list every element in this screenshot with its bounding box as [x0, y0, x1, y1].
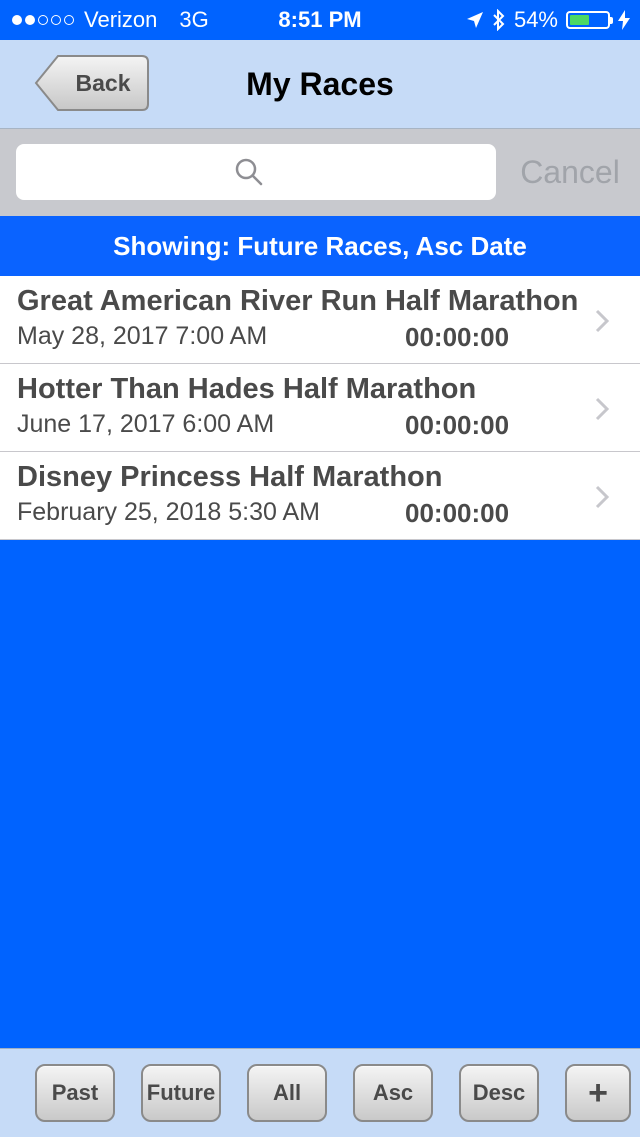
battery-icon	[566, 11, 613, 29]
status-bar: Verizon 3G 8:51 PM 54%	[0, 0, 640, 40]
location-arrow-icon	[466, 12, 483, 28]
chevron-right-icon	[595, 309, 610, 333]
chevron-right-icon	[595, 485, 610, 509]
past-filter-button[interactable]: Past	[35, 1064, 115, 1122]
back-button-label: Back	[75, 70, 131, 96]
back-button[interactable]: Back	[34, 54, 150, 112]
search-bar: Cancel	[0, 129, 640, 216]
race-list: Great American River Run Half Marathon M…	[0, 276, 640, 540]
race-time: 00:00:00	[405, 410, 510, 440]
race-name: Great American River Run Half Marathon	[17, 285, 579, 317]
search-icon	[235, 158, 263, 186]
chevron-right-icon	[595, 397, 610, 421]
race-date: May 28, 2017 7:00 AM	[17, 322, 268, 350]
table-row[interactable]: Disney Princess Half Marathon February 2…	[0, 452, 640, 540]
race-date: June 17, 2017 6:00 AM	[17, 410, 275, 438]
cancel-button[interactable]: Cancel	[506, 144, 634, 200]
battery-percentage: 54%	[513, 7, 558, 32]
sort-ascending-button[interactable]: Asc	[353, 1064, 433, 1122]
race-name: Hotter Than Hades Half Marathon	[17, 373, 477, 405]
charging-bolt-icon	[618, 10, 630, 30]
race-time: 00:00:00	[405, 322, 510, 352]
sort-descending-button[interactable]: Desc	[459, 1064, 539, 1122]
bluetooth-icon	[493, 9, 505, 31]
future-filter-button[interactable]: Future	[141, 1064, 221, 1122]
race-date: February 25, 2018 5:30 AM	[17, 498, 320, 526]
all-filter-button[interactable]: All	[247, 1064, 327, 1122]
table-row[interactable]: Hotter Than Hades Half Marathon June 17,…	[0, 364, 640, 452]
race-time: 00:00:00	[405, 498, 510, 528]
status-right: 54%	[466, 7, 630, 33]
bottom-toolbar: Past Future All Asc Desc +	[0, 1048, 640, 1137]
table-row[interactable]: Great American River Run Half Marathon M…	[0, 276, 640, 364]
add-race-button[interactable]: +	[565, 1064, 631, 1122]
filter-status-banner: Showing: Future Races, Asc Date	[0, 216, 640, 276]
race-name: Disney Princess Half Marathon	[17, 461, 443, 493]
navigation-bar: Back My Races	[0, 40, 640, 129]
